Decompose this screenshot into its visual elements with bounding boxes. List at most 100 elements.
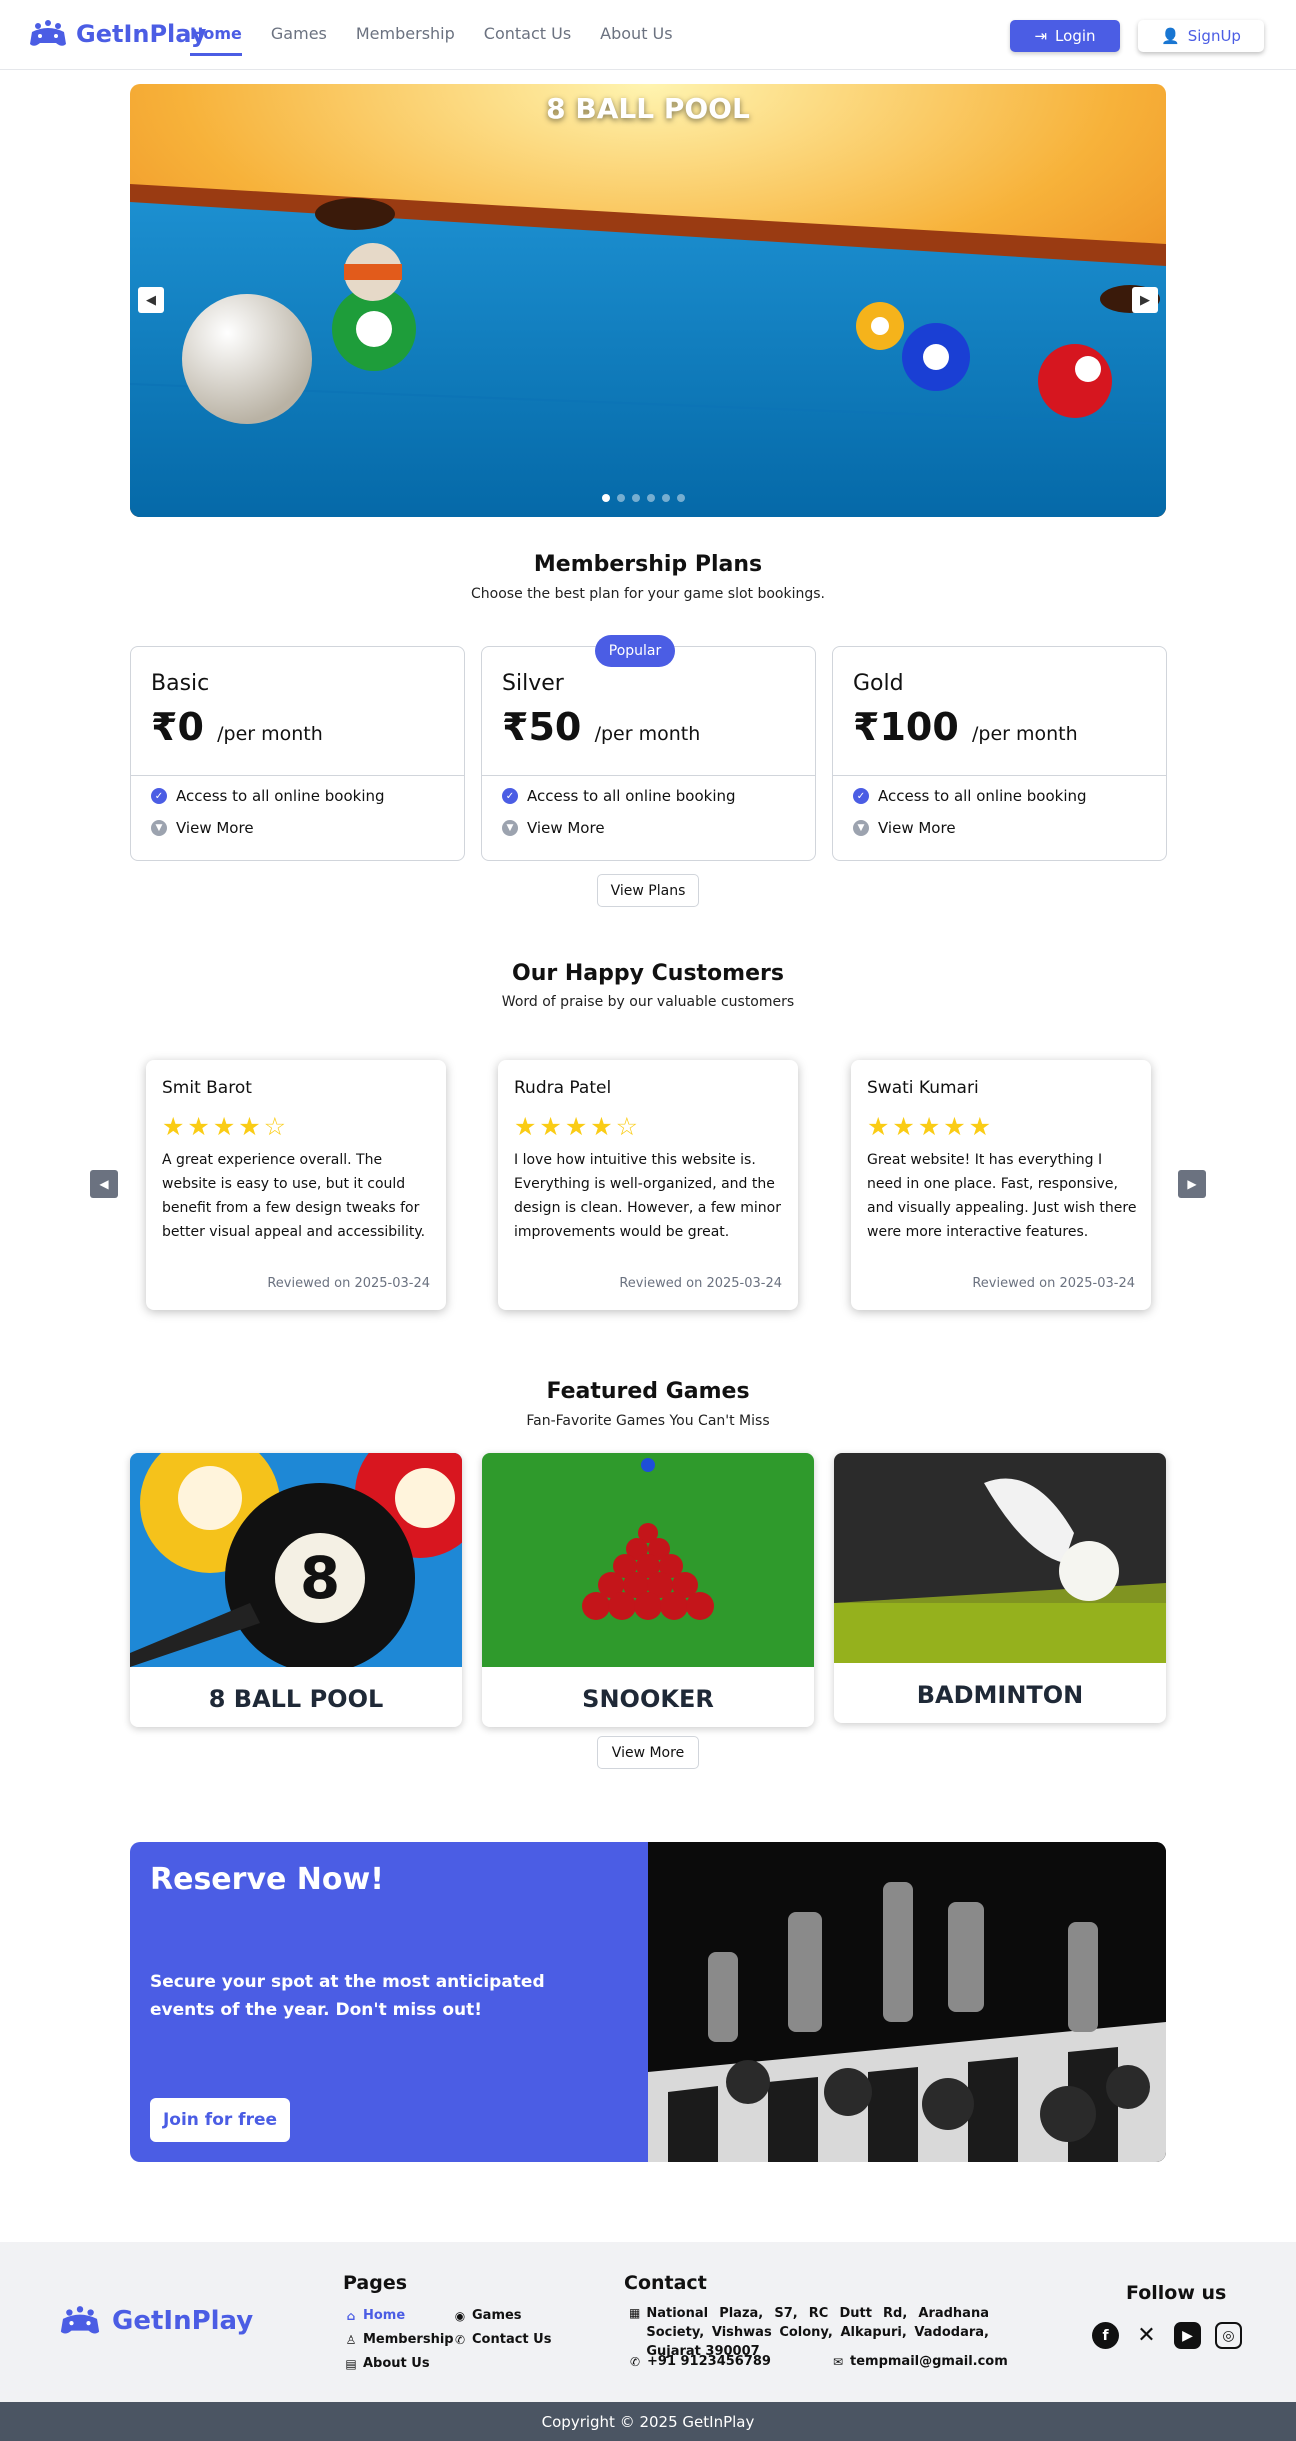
- reviewer-name: Rudra Patel: [514, 1078, 612, 1098]
- join-for-free-button[interactable]: Join for free: [150, 2098, 290, 2142]
- brand-name: GetInPlay: [76, 20, 207, 48]
- game-card-snooker[interactable]: SNOOKER: [482, 1453, 814, 1727]
- footer-email[interactable]: ✉ tempmail@gmail.com: [832, 2354, 1008, 2369]
- reviewer-name: Swati Kumari: [867, 1078, 979, 1098]
- plan-feature: ✓ Access to all online booking: [151, 787, 385, 805]
- carousel-dot[interactable]: [662, 494, 670, 502]
- footer-link-membership[interactable]: ♙ Membership: [345, 2332, 454, 2347]
- footer-link-games[interactable]: ◉ Games: [454, 2308, 522, 2323]
- facebook-icon[interactable]: f: [1092, 2322, 1119, 2349]
- plan-feature-text: Access to all online booking: [176, 787, 385, 805]
- carousel-next-button[interactable]: ▶: [1132, 287, 1158, 313]
- plan-name: Silver: [502, 671, 564, 696]
- footer-link-label: About Us: [363, 2356, 430, 2371]
- navbar: GetInPlay Home Games Membership Contact …: [0, 0, 1296, 70]
- youtube-icon[interactable]: ▶: [1174, 2322, 1201, 2349]
- nav-about-us[interactable]: About Us: [600, 24, 672, 56]
- carousel-prev-button[interactable]: ◀: [138, 287, 164, 313]
- envelope-icon: ✉: [832, 2354, 844, 2369]
- footer-phone[interactable]: ✆ +91 9123456789: [629, 2354, 771, 2369]
- caret-left-icon: ◀: [146, 292, 156, 308]
- view-more-games-button[interactable]: View More: [597, 1736, 699, 1769]
- svg-text:8: 8: [300, 1544, 340, 1612]
- controller-logo-icon: [60, 2306, 100, 2334]
- plan-view-more[interactable]: ▼ View More: [151, 819, 254, 837]
- view-more-text: View More: [176, 819, 254, 837]
- plan-price-value: ₹50: [502, 705, 582, 749]
- nav-contact-us[interactable]: Contact Us: [484, 24, 571, 56]
- reserve-title: Reserve Now!: [150, 1862, 384, 1897]
- chevron-down-icon: ▼: [151, 820, 167, 836]
- membership-subtitle: Choose the best plan for your game slot …: [471, 586, 825, 602]
- plan-view-more[interactable]: ▼ View More: [502, 819, 605, 837]
- divider: [482, 775, 815, 776]
- plan-price: ₹0 /per month: [151, 705, 323, 749]
- badge-icon: ♙: [345, 2332, 357, 2347]
- plan-card-silver: Silver ₹50 /per month ✓ Access to all onl…: [481, 646, 816, 861]
- review-card: Swati Kumari ★★★★★ Great website! It has…: [851, 1060, 1151, 1310]
- plan-view-more[interactable]: ▼ View More: [853, 819, 956, 837]
- plan-feature-text: Access to all online booking: [527, 787, 736, 805]
- nav-home[interactable]: Home: [190, 24, 242, 56]
- carousel-dot[interactable]: [647, 494, 655, 502]
- carousel-dot[interactable]: [602, 494, 610, 502]
- footer-address: ▦ National Plaza, S7, RC Dutt Rd, Aradhan…: [629, 2304, 989, 2361]
- reserve-text: Secure your spot at the most anticipated…: [150, 1972, 545, 2020]
- footer-pages-title: Pages: [343, 2272, 408, 2294]
- review-date: Reviewed on 2025-03-24: [972, 1276, 1135, 1291]
- reviews-next-button[interactable]: ▶: [1178, 1170, 1206, 1198]
- nav-membership[interactable]: Membership: [356, 24, 455, 56]
- plan-period: /per month: [972, 723, 1078, 745]
- plan-name: Basic: [151, 671, 210, 696]
- view-more-text: View More: [878, 819, 956, 837]
- review-card: Smit Barot ★★★★☆ A great experience over…: [146, 1060, 446, 1310]
- games-subtitle: Fan-Favorite Games You Can't Miss: [526, 1413, 770, 1429]
- view-plans-button[interactable]: View Plans: [597, 874, 699, 907]
- footer-link-about[interactable]: ▤ About Us: [345, 2356, 430, 2371]
- footer-link-contact[interactable]: ✆ Contact Us: [454, 2332, 552, 2347]
- popular-badge: Popular: [595, 635, 675, 667]
- instagram-icon[interactable]: ◎: [1215, 2322, 1242, 2349]
- review-text: Great website! It has everything I need …: [867, 1152, 1137, 1240]
- review-date: Reviewed on 2025-03-24: [267, 1276, 430, 1291]
- signup-button[interactable]: 👤 SignUp: [1138, 20, 1264, 52]
- game-label: 8 BALL POOL: [208, 1685, 384, 1713]
- review-date: Reviewed on 2025-03-24: [619, 1276, 782, 1291]
- gamepad-icon: ◉: [454, 2308, 466, 2323]
- carousel-dot[interactable]: [632, 494, 640, 502]
- login-button[interactable]: ⇥ Login: [1010, 20, 1120, 52]
- plan-period: /per month: [217, 723, 323, 745]
- membership-title: Membership Plans: [533, 552, 763, 577]
- check-icon: ✓: [853, 788, 869, 804]
- caret-left-icon: ◀: [99, 1177, 109, 1191]
- plan-name: Gold: [853, 671, 904, 696]
- brand-logo[interactable]: GetInPlay: [28, 18, 206, 50]
- divider: [131, 775, 464, 776]
- reviews-title: Our Happy Customers: [512, 961, 784, 986]
- plan-price-value: ₹0: [151, 705, 204, 749]
- reserve-panel: Reserve Now! Secure your spot at the mos…: [130, 1842, 648, 2162]
- snooker-image: [482, 1453, 814, 1667]
- reviews-prev-button[interactable]: ◀: [90, 1170, 118, 1198]
- check-icon: ✓: [151, 788, 167, 804]
- footer-brand-logo[interactable]: GetInPlay: [56, 2304, 253, 2338]
- divider: [833, 775, 1166, 776]
- pool-table-image: [130, 84, 1166, 517]
- carousel-indicators: [602, 494, 685, 502]
- nav-games[interactable]: Games: [271, 24, 327, 56]
- carousel-dot[interactable]: [617, 494, 625, 502]
- footer-link-home[interactable]: ⌂ Home: [345, 2308, 405, 2323]
- x-icon[interactable]: ✕: [1133, 2322, 1160, 2349]
- footer-contact-title: Contact: [624, 2272, 707, 2294]
- game-card-8-ball-pool[interactable]: 8 8 BALL POOL: [130, 1453, 462, 1727]
- phone-icon: ✆: [629, 2354, 641, 2369]
- game-card-badminton[interactable]: BADMINTON: [834, 1453, 1166, 1723]
- carousel-dot[interactable]: [677, 494, 685, 502]
- check-icon: ✓: [502, 788, 518, 804]
- plan-feature: ✓ Access to all online booking: [853, 787, 1087, 805]
- caret-right-icon: ▶: [1187, 1177, 1197, 1191]
- caret-right-icon: ▶: [1140, 292, 1150, 308]
- id-card-icon: ▤: [345, 2356, 357, 2371]
- plan-price: ₹100 /per month: [853, 705, 1078, 749]
- review-card: Rudra Patel ★★★★☆ I love how intuitive t…: [498, 1060, 798, 1310]
